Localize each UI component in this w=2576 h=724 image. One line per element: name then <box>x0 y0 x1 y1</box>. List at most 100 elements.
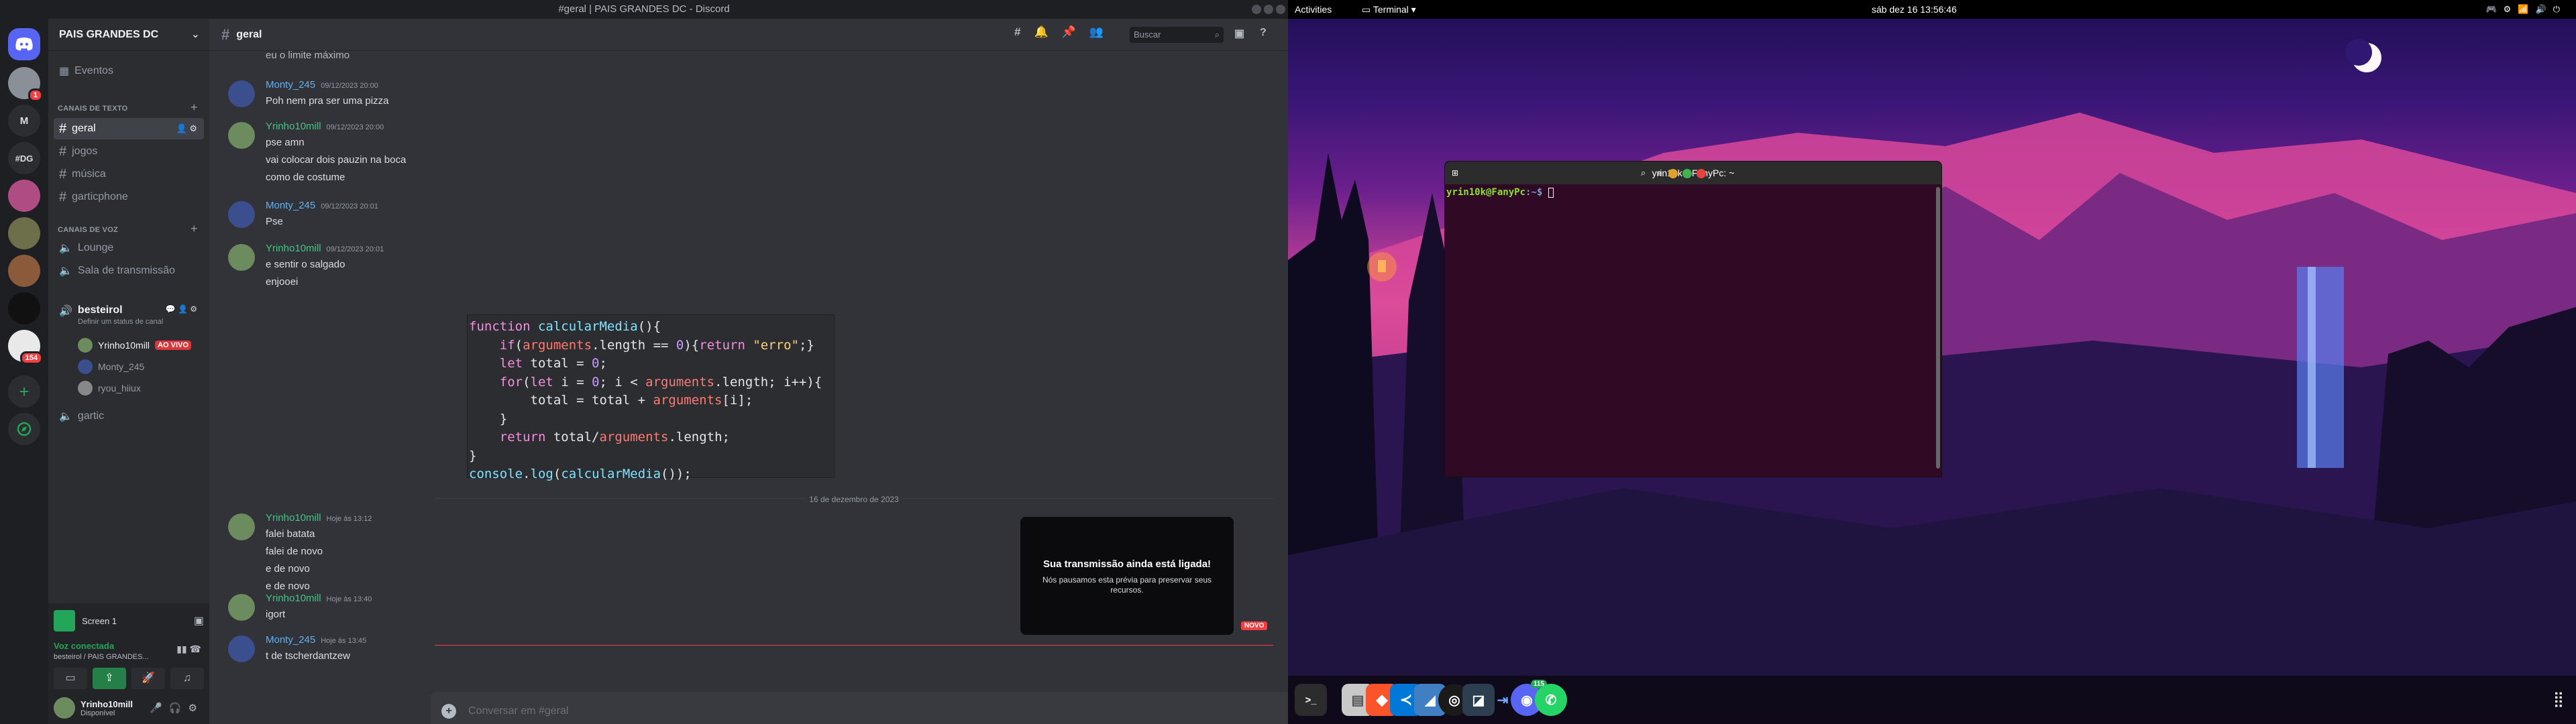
voice-channel-lounge[interactable]: 🔈 Lounge <box>54 237 204 259</box>
inbox-icon[interactable]: ▣ <box>1234 27 1244 40</box>
channel-garticphone[interactable]: # garticphone <box>54 186 204 208</box>
voice-channel-gartic[interactable]: 🔈 gartic <box>54 406 204 427</box>
server-icon[interactable]: #DG <box>8 142 40 174</box>
server-icon[interactable] <box>8 255 40 287</box>
add-channel-icon[interactable]: + <box>191 101 198 115</box>
avatar[interactable] <box>228 636 255 662</box>
channel-musica[interactable]: # música <box>54 164 204 185</box>
message-line: eu o limite máximo <box>266 50 350 61</box>
add-attachment-icon[interactable]: + <box>441 704 456 719</box>
timestamp: Hoje às 13:45 <box>321 637 367 645</box>
maximize-button[interactable] <box>1682 169 1692 178</box>
message-composer[interactable]: + Conversar em #geral 🎁▭▣☺ <box>431 692 1288 724</box>
channel-status-hint[interactable]: Definir um status de canal <box>78 318 163 326</box>
guild-header[interactable]: PAIS GRANDES DC ⌄ <box>48 19 209 51</box>
add-server-icon[interactable]: + <box>8 375 40 408</box>
events-item[interactable]: ▦ Eventos <box>54 60 204 82</box>
share-screen-button[interactable]: ⇪ <box>93 668 126 689</box>
channel-sidebar: PAIS GRANDES DC ⌄ ▦ Eventos CANAIS DE TE… <box>48 19 209 724</box>
help-icon[interactable]: ? <box>1260 27 1267 39</box>
whatsapp-icon[interactable]: ✆ <box>1535 684 1567 716</box>
close-button[interactable] <box>1697 169 1706 178</box>
message-author[interactable]: Yrinho10mill 09/12/2023 20:01 <box>266 243 384 254</box>
menu-icon[interactable]: ≡ <box>1657 168 1662 178</box>
speaker-icon: 🔊 <box>59 306 72 317</box>
clock[interactable]: sáb dez 16 13:56:46 <box>1872 0 1957 19</box>
server-icon[interactable] <box>8 292 40 324</box>
message-author[interactable]: Yrinho10mill Hoje às 13:12 <box>266 512 372 524</box>
avatar[interactable] <box>228 514 255 540</box>
popout-icon[interactable]: ▣ <box>194 614 204 627</box>
discord-home-icon[interactable] <box>8 28 40 60</box>
explore-servers-icon[interactable] <box>8 413 40 445</box>
avatar[interactable] <box>228 80 255 107</box>
calendar-icon: ▦ <box>59 66 70 77</box>
threads-icon[interactable]: # <box>1014 25 1020 39</box>
activity-button[interactable]: 🚀 <box>131 668 165 689</box>
voice-user[interactable]: ryou_hiiux <box>78 379 141 397</box>
server-list: 1 M #DG 154 + <box>0 19 48 724</box>
message-author[interactable]: Monty_245 09/12/2023 20:00 <box>266 79 378 90</box>
stream-paused-notice: Sua transmissão ainda está ligada! Nós p… <box>1020 517 1234 635</box>
search-icon: ⌕ <box>1214 29 1220 40</box>
terminal-window[interactable]: ⊞ yrin10k@FanyPc: ~ ⌕ ≡ yrin10k@FanyPc:~… <box>1444 161 1942 477</box>
app-grid-icon[interactable]: ⣿ <box>2553 690 2564 708</box>
server-icon[interactable]: 154 <box>8 330 43 365</box>
bell-icon[interactable]: 🔔 <box>1034 25 1048 39</box>
author-name: Yrinho10mill <box>266 121 321 132</box>
camera-button[interactable]: ▭ <box>54 668 87 689</box>
screen-share-preview[interactable]: Screen 1 ▣ <box>54 607 204 634</box>
scrollbar[interactable] <box>1936 187 1940 469</box>
activities-button[interactable]: Activities <box>1295 0 1332 19</box>
minimize-button[interactable] <box>1668 169 1678 178</box>
server-icon[interactable]: 1 <box>8 67 43 102</box>
voice-actions: ▭ ⇪ 🚀 ♫ <box>54 668 204 689</box>
message-author[interactable]: Yrinho10mill Hoje às 13:40 <box>266 593 372 604</box>
channel-geral[interactable]: # geral 👤 ⚙ <box>54 118 204 139</box>
hash-icon: # <box>59 166 67 182</box>
avatar[interactable] <box>228 244 255 271</box>
system-tray-icons[interactable]: 🎮⚙📶🔊⏻ <box>2486 0 2567 19</box>
add-channel-icon[interactable]: + <box>191 222 198 236</box>
voice-user[interactable]: Yrinho10mill AO VIVO <box>78 337 191 354</box>
avatar[interactable] <box>228 122 255 149</box>
close-button[interactable] <box>1276 5 1285 14</box>
invite-icon[interactable]: 👤 ⚙ <box>176 123 197 134</box>
avatar[interactable] <box>228 594 255 621</box>
search-icon[interactable]: ⌕ <box>1641 168 1646 178</box>
minimize-button[interactable] <box>1252 5 1261 14</box>
message-author[interactable]: Monty_245 Hoje às 13:45 <box>266 634 366 646</box>
avatar[interactable] <box>228 201 255 228</box>
voice-user[interactable]: Monty_245 <box>78 358 144 375</box>
new-tab-icon[interactable]: ⊞ <box>1452 168 1458 178</box>
mic-headset-settings-icon[interactable]: 🎤🎧⚙ <box>150 702 204 714</box>
maximize-button[interactable] <box>1264 5 1273 14</box>
terminal-icon[interactable]: >_ <box>1295 684 1327 716</box>
account-area[interactable]: Yrinho10mill Disponível 🎤🎧⚙ <box>54 695 204 721</box>
text-category[interactable]: CANAIS DE TEXTO <box>58 105 128 113</box>
code-line: } <box>469 448 477 463</box>
message-line: falei de novo <box>266 546 323 557</box>
terminal-body[interactable]: yrin10k@FanyPc:~$ <box>1445 184 1941 200</box>
members-icon[interactable]: 👥 <box>1089 25 1104 39</box>
signal-icon[interactable]: ▮▮ ☎ <box>176 644 201 655</box>
speaker-icon: 🔈 <box>59 243 72 254</box>
message-line: como de costume <box>266 172 345 183</box>
channel-jogos[interactable]: # jogos <box>54 141 204 162</box>
server-icon[interactable] <box>8 180 40 212</box>
server-icon[interactable] <box>8 217 40 249</box>
hash-icon: # <box>221 25 230 43</box>
voice-category[interactable]: CANAIS DE VOZ <box>58 226 118 234</box>
server-icon[interactable]: M <box>8 105 40 137</box>
app-menu[interactable]: ▭ Terminal ▾ <box>1362 0 1416 19</box>
terminal-titlebar: ⊞ yrin10k@FanyPc: ~ ⌕ ≡ <box>1445 162 1941 184</box>
pin-icon[interactable]: 📌 <box>1062 25 1076 39</box>
message-author[interactable]: Yrinho10mill 09/12/2023 20:00 <box>266 121 384 132</box>
channel-label: besteirol <box>77 304 123 316</box>
soundboard-button[interactable]: ♫ <box>170 668 204 689</box>
voice-location[interactable]: besteirol / PAIS GRANDES... <box>54 653 149 661</box>
message-author[interactable]: Monty_245 09/12/2023 20:01 <box>266 200 378 211</box>
voice-channel-sala[interactable]: 🔈 Sala de transmissão <box>54 260 204 282</box>
search-input[interactable]: Buscar ⌕ <box>1130 27 1224 43</box>
channel-controls-icon[interactable]: 💬 👤 ⚙ <box>166 304 197 314</box>
